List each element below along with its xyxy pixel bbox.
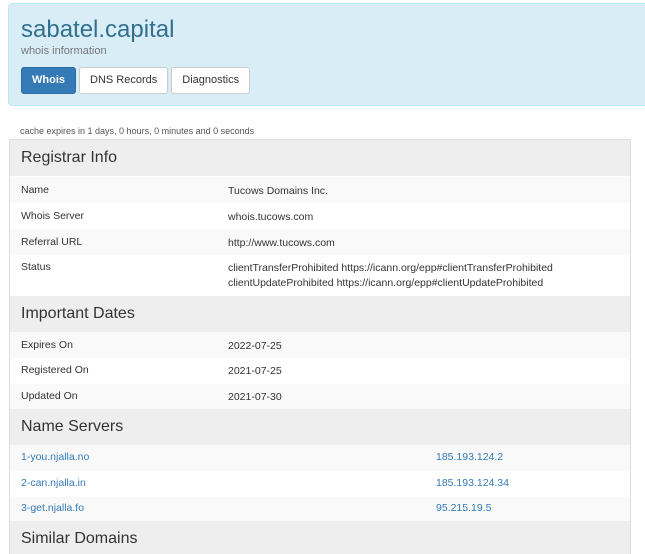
row-label: Updated On [21, 390, 78, 402]
page-subtitle: whois information [21, 45, 107, 57]
row-label: Name [21, 184, 50, 196]
nameserver-ip-link[interactable]: 185.193.124.2 [436, 451, 503, 463]
row-value: clientTransferProhibited https://icann.o… [228, 261, 553, 291]
row-value: 2022-07-25 [228, 340, 282, 352]
status-line: clientUpdateProhibited https://icann.org… [228, 277, 544, 289]
section-name-servers: Name Servers [10, 409, 630, 445]
row-value: 2021-07-25 [228, 365, 282, 377]
row-label: Referral URL [21, 236, 83, 248]
table-row: Status clientTransferProhibited https://… [10, 255, 630, 296]
table-row: 2-can.njalla.in 185.193.124.34 [10, 471, 630, 497]
table-row: Expires On 2022-07-25 [10, 332, 630, 358]
header-banner: sabatel.capital whois information Whois … [8, 3, 645, 106]
nameserver-ip-link[interactable]: 185.193.124.34 [436, 477, 509, 489]
domain-title: sabatel.capital [21, 16, 175, 43]
row-label: Expires On [21, 339, 73, 351]
row-label: Registered On [21, 364, 89, 376]
row-value: whois.tucows.com [228, 211, 314, 223]
row-label: Status [21, 261, 51, 273]
tab-diagnostics[interactable]: Diagnostics [171, 67, 251, 94]
section-important-dates: Important Dates [10, 296, 630, 332]
row-value: 2021-07-30 [228, 391, 282, 403]
tab-whois[interactable]: Whois [21, 67, 76, 94]
whois-panel: Registrar Info Name Tucows Domains Inc. … [9, 139, 631, 554]
table-row: Registered On 2021-07-25 [10, 358, 630, 384]
table-row: Name Tucows Domains Inc. [10, 177, 630, 203]
table-row: Updated On 2021-07-30 [10, 384, 630, 410]
section-similar-domains: Similar Domains [10, 521, 630, 554]
table-row: 1-you.njalla.no 185.193.124.2 [10, 445, 630, 471]
status-line: clientTransferProhibited https://icann.o… [228, 262, 553, 274]
nameserver-ip-link[interactable]: 95.215.19.5 [436, 502, 491, 514]
table-row: Referral URL http://www.tucows.com [10, 229, 630, 255]
section-registrar-info: Registrar Info [10, 140, 630, 176]
table-row: Whois Server whois.tucows.com [10, 203, 630, 229]
cache-note: cache expires in 1 days, 0 hours, 0 minu… [20, 126, 255, 136]
tab-dns-records[interactable]: DNS Records [79, 67, 169, 94]
row-label: Whois Server [21, 210, 85, 222]
row-value: http://www.tucows.com [228, 237, 335, 249]
table-row: 3-get.njalla.fo 95.215.19.5 [10, 497, 630, 522]
nameserver-link[interactable]: 3-get.njalla.fo [21, 502, 84, 514]
nameserver-link[interactable]: 1-you.njalla.no [21, 451, 89, 463]
nameserver-link[interactable]: 2-can.njalla.in [21, 477, 86, 489]
tab-bar: Whois DNS Records Diagnostics [21, 67, 251, 94]
row-value: Tucows Domains Inc. [228, 185, 328, 197]
